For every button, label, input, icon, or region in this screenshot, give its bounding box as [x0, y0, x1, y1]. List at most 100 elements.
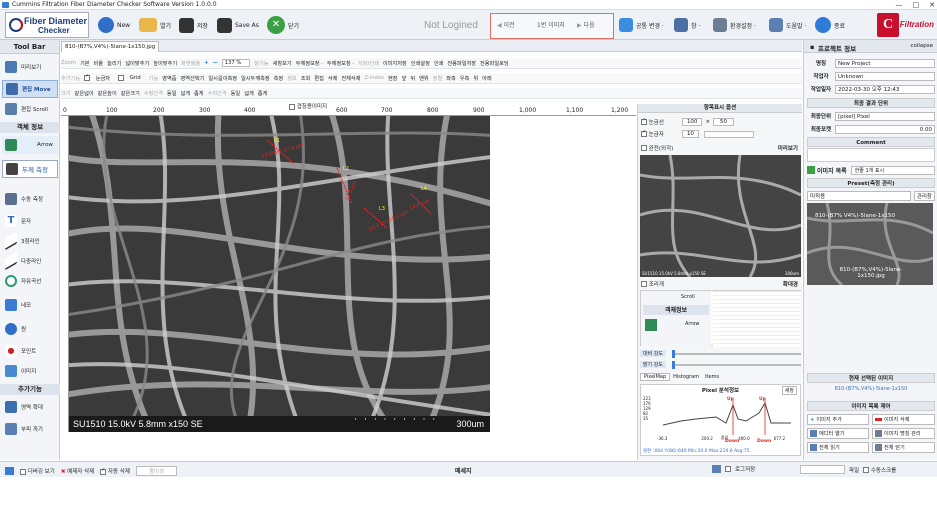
pixel-newwindow-button[interactable]: 새창 — [781, 386, 797, 395]
align-top[interactable]: 위 — [473, 75, 478, 82]
load-dedicated-file[interactable]: 전용파일로딩 — [480, 60, 509, 67]
zoom-plus-icon[interactable]: + — [204, 60, 208, 66]
query[interactable]: 조회 — [301, 75, 311, 82]
contrast-slider[interactable] — [672, 349, 801, 358]
edit[interactable]: 편집 — [314, 75, 324, 82]
tab-items[interactable]: Items — [702, 374, 722, 380]
tool-manual[interactable]: 수동 측정 — [2, 190, 58, 208]
add-image-button[interactable]: + 이미지 추가 — [807, 414, 869, 425]
new-button[interactable]: New — [95, 14, 133, 36]
tool-volume[interactable]: 부피 까기 — [2, 420, 58, 438]
new-window-view[interactable]: 새창보기 — [273, 60, 292, 67]
area-zoom[interactable]: 영역줌 — [162, 75, 176, 82]
tool-edit-move[interactable]: 편집 Move — [2, 80, 58, 98]
tool-multiline[interactable]: 다중라인 — [2, 251, 58, 271]
tool-thickness[interactable]: 두께 측정 — [2, 160, 58, 178]
z-front[interactable]: 앞 — [402, 75, 407, 82]
preview-image[interactable]: SU1510 15.0kV 5.8mm x150 SE 300um — [640, 155, 801, 277]
read-all-button[interactable]: 전체 읽기 — [807, 442, 869, 453]
prev-button[interactable]: ◀ 이전 — [497, 20, 515, 29]
ruler-checkbox[interactable] — [641, 131, 647, 137]
close-all-button[interactable]: 전체 닫기 — [872, 442, 935, 453]
ruler-line-checkbox[interactable] — [641, 119, 647, 125]
collapse-button[interactable]: collapse — [910, 43, 933, 49]
delete-selected-button[interactable]: ✖ 예제자 삭제 — [61, 467, 94, 475]
align-right[interactable]: 우측 — [460, 75, 470, 82]
same-size[interactable]: 같은크기 — [121, 90, 140, 97]
auto-delete-checkbox[interactable] — [100, 468, 107, 475]
zoom-field[interactable]: 줌이상 — [135, 466, 178, 476]
thickness-info-2[interactable]: 두께정보창 · — [327, 60, 354, 67]
tool-point[interactable]: ● 포인트 — [2, 342, 58, 360]
ruler-line-value1[interactable]: 100 — [681, 118, 703, 126]
contrast-thumb[interactable] — [672, 349, 675, 358]
z-top[interactable]: 맨위 — [419, 75, 429, 82]
save-as-button[interactable]: Save As — [214, 14, 262, 36]
preset-select[interactable]: 미적용 — [807, 190, 911, 201]
grid-toggle[interactable]: Grid — [118, 74, 145, 81]
image-thumbnail[interactable]: 810-(B7% V4%)-5lane-1x150 810-(B7%,V4%)-… — [807, 203, 933, 285]
open-editor-button[interactable]: 에디터 열기 — [807, 428, 869, 439]
measure-label[interactable]: L3 — [379, 206, 385, 212]
ruler-line-value2[interactable]: 50 — [713, 118, 735, 126]
manual-scroll-toggle[interactable]: 수동스크롤 — [863, 466, 896, 474]
same-height[interactable]: 같은높이 — [98, 90, 117, 97]
open-button[interactable]: 열기 — [136, 14, 174, 36]
hspace-narrow[interactable]: 좁게 — [194, 90, 204, 97]
measure-label[interactable]: L4 — [421, 186, 427, 192]
tool-rect[interactable]: 네모 — [2, 296, 58, 314]
same-width[interactable]: 같은넓이 — [75, 90, 94, 97]
manual-scroll-checkbox[interactable] — [863, 467, 870, 473]
fit-height[interactable]: 높이맞추기 — [153, 60, 177, 67]
ruler-toggle[interactable]: 눈금자 — [84, 75, 114, 82]
auto-delete-toggle[interactable]: 자동 삭제 — [100, 467, 130, 475]
zoom-stretch[interactable]: 늘리기 — [107, 60, 121, 67]
tool-arrow[interactable]: Arrow — [2, 136, 58, 154]
print-settings[interactable]: 인쇄설정 — [411, 60, 430, 67]
help-button[interactable]: 도움말 · — [766, 14, 809, 36]
file-button[interactable]: 파일 — [849, 466, 859, 474]
save-button[interactable]: 저장 — [176, 14, 211, 36]
tool-text[interactable]: T 문자 — [2, 212, 58, 230]
author-select[interactable]: Unknown — [835, 71, 935, 81]
final-value-field[interactable]: 0.00 — [835, 124, 935, 134]
image-save[interactable]: 이미지저장 — [383, 60, 407, 67]
brightness-slider[interactable] — [672, 360, 801, 369]
tab-histogram[interactable]: Histogram — [670, 374, 702, 380]
comment-field[interactable] — [807, 148, 935, 162]
unit-select[interactable]: [pixel] Pixel — [835, 111, 935, 121]
aperture-checkbox[interactable] — [641, 281, 647, 287]
exit-button[interactable]: 종료 — [812, 14, 848, 36]
close-window-button[interactable]: ✕ — [929, 0, 935, 10]
delete[interactable]: 삭제 — [328, 75, 338, 82]
zoom-default[interactable]: 기본 — [80, 60, 90, 67]
hspace-wide[interactable]: 넓게 — [180, 90, 190, 97]
tool-preview[interactable]: 미리보기 — [2, 58, 58, 76]
debug-toggle[interactable]: 디버깅 보기 — [20, 467, 55, 475]
align-bottom[interactable]: 아래 — [482, 75, 492, 82]
thickness-info-1[interactable]: 두께정보창 · — [296, 60, 323, 67]
log-save-checkbox[interactable] — [725, 466, 731, 472]
debug-checkbox[interactable] — [20, 468, 26, 475]
vspace-equal[interactable]: 동일 — [231, 90, 241, 97]
tab-pixelmap[interactable]: PixelMap — [640, 373, 671, 381]
align-left[interactable]: 좌측 — [446, 75, 456, 82]
vspace-wide[interactable]: 넓게 — [244, 90, 254, 97]
tool-freecurve[interactable]: 자유곡선 — [2, 272, 58, 290]
date-field[interactable]: 2022-03-30 오후 12:43 — [835, 84, 935, 94]
overlay-checkbox[interactable] — [289, 103, 295, 110]
minimize-button[interactable]: — — [896, 0, 903, 10]
temp-thickness[interactable]: 일시두께측정 — [241, 75, 270, 82]
delete-image-button[interactable]: 이미지 삭제 — [872, 414, 935, 425]
zoom-select[interactable]: 137 % — [221, 59, 251, 67]
print[interactable]: 인쇄 — [434, 60, 444, 67]
full-outer-checkbox[interactable] — [641, 145, 647, 151]
image-tab[interactable]: 810-(B7%,V4%)-5lane-1x150.jpg — [61, 41, 160, 52]
ruler-value[interactable]: 10 — [681, 130, 699, 138]
tool-image[interactable]: 이미지 — [2, 362, 58, 380]
project-name-field[interactable]: New Project — [835, 58, 935, 68]
area-select[interactable]: 영역선택기 — [181, 75, 205, 82]
temp-length[interactable]: 일시길이측정 — [208, 75, 237, 82]
window-menu-button[interactable]: 창 · — [671, 14, 703, 36]
maximize-button[interactable]: □ — [913, 0, 920, 10]
